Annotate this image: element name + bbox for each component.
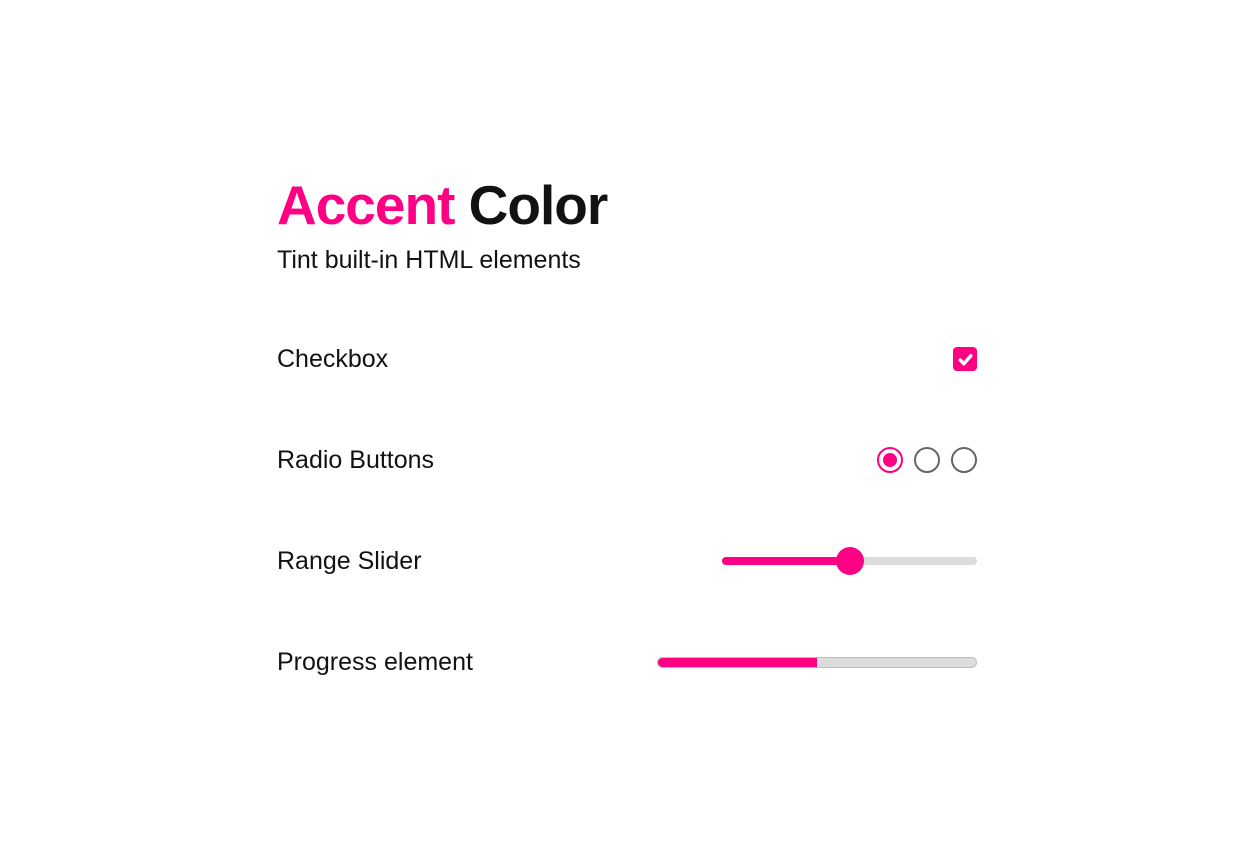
range-fill xyxy=(722,557,850,565)
range-controls xyxy=(722,547,977,575)
radio-group xyxy=(870,447,977,473)
checkbox-label: Checkbox xyxy=(277,345,388,374)
checkbox-controls xyxy=(953,347,977,371)
progress-controls xyxy=(657,657,977,668)
progress-row: Progress element xyxy=(277,648,977,677)
demo-container: Accent Color Tint built-in HTML elements… xyxy=(277,175,977,749)
range-slider[interactable] xyxy=(722,547,977,575)
radio-label: Radio Buttons xyxy=(277,446,434,475)
page-subtitle: Tint built-in HTML elements xyxy=(277,246,977,275)
range-row: Range Slider xyxy=(277,547,977,576)
range-label: Range Slider xyxy=(277,547,422,576)
title-rest: Color xyxy=(454,174,607,236)
checkbox-input[interactable] xyxy=(953,347,977,371)
radio-option-3[interactable] xyxy=(951,447,977,473)
title-accent-word: Accent xyxy=(277,174,454,236)
radio-option-1[interactable] xyxy=(877,447,903,473)
radio-row: Radio Buttons xyxy=(277,446,977,475)
page-title: Accent Color xyxy=(277,175,977,236)
checkmark-icon xyxy=(957,351,974,368)
progress-bar xyxy=(657,657,977,668)
progress-fill xyxy=(658,658,817,667)
progress-label: Progress element xyxy=(277,648,473,677)
checkbox-row: Checkbox xyxy=(277,345,977,374)
controls-list: Checkbox Radio Buttons Range Slider xyxy=(277,345,977,677)
radio-option-2[interactable] xyxy=(914,447,940,473)
range-thumb[interactable] xyxy=(836,547,864,575)
